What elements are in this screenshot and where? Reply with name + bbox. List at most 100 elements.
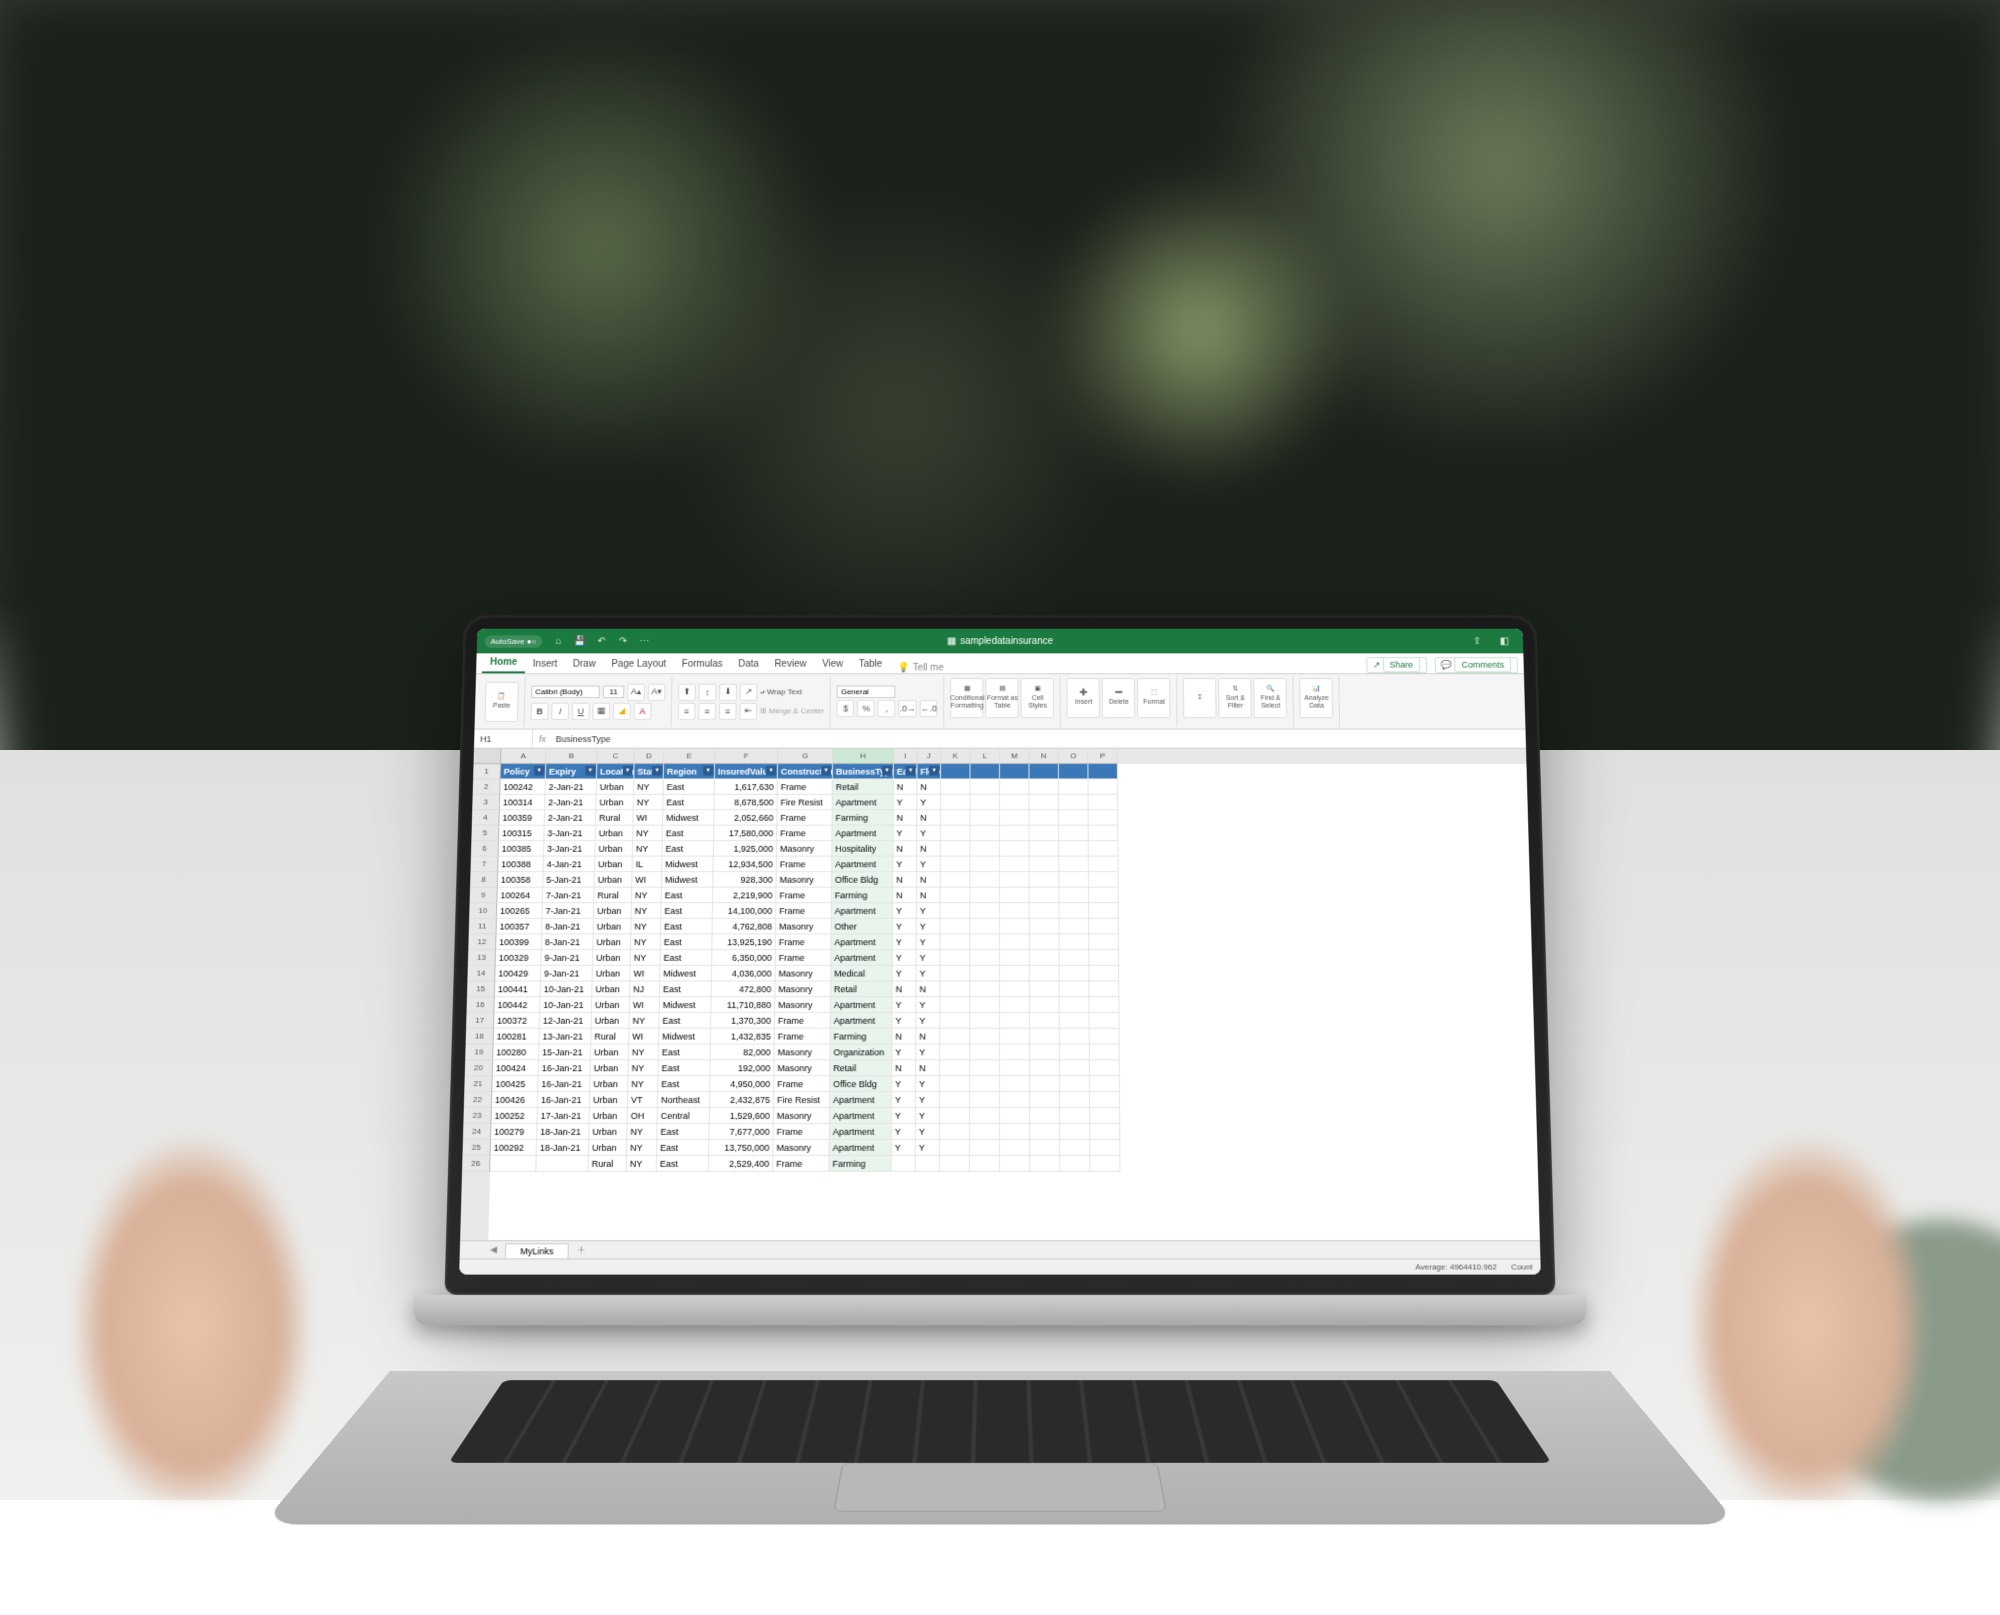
table-cell[interactable]: OH bbox=[628, 1108, 658, 1124]
table-cell[interactable]: Y bbox=[892, 1076, 916, 1092]
name-box[interactable]: H1 bbox=[474, 730, 533, 748]
row-header[interactable]: 4 bbox=[472, 810, 500, 825]
percent-icon[interactable]: % bbox=[857, 700, 875, 717]
table-cell[interactable] bbox=[940, 1140, 970, 1156]
table-cell[interactable]: Organization bbox=[830, 1044, 892, 1060]
tab-view[interactable]: View bbox=[814, 655, 851, 673]
table-cell[interactable] bbox=[970, 1013, 1000, 1029]
table-header-cell[interactable]: Construction▾ bbox=[778, 764, 833, 779]
filter-dropdown-icon[interactable]: ▾ bbox=[929, 766, 939, 776]
filter-dropdown-icon[interactable]: ▾ bbox=[882, 766, 892, 776]
table-cell[interactable]: N bbox=[916, 981, 940, 997]
table-cell[interactable]: Office Bldg bbox=[832, 872, 893, 888]
table-cell[interactable] bbox=[1060, 1060, 1090, 1076]
table-cell[interactable]: Frame bbox=[776, 934, 832, 950]
table-cell[interactable]: 15-Jan-21 bbox=[539, 1044, 591, 1060]
table-header-cell[interactable]: State▾ bbox=[634, 764, 664, 779]
table-cell[interactable] bbox=[1089, 857, 1119, 873]
table-cell[interactable]: NY bbox=[632, 903, 662, 919]
sheet-tab-active[interactable]: MyLinks bbox=[505, 1243, 569, 1258]
table-cell[interactable]: Apartment bbox=[832, 903, 893, 919]
table-cell[interactable]: East bbox=[660, 950, 712, 966]
merge-center-button[interactable]: ⊞ Merge & Center bbox=[760, 707, 824, 716]
table-cell[interactable] bbox=[1059, 841, 1089, 856]
table-header-cell[interactable]: Policy▾ bbox=[501, 764, 547, 779]
table-cell[interactable]: Northeast bbox=[658, 1092, 710, 1108]
table-cell[interactable]: Y bbox=[917, 795, 941, 810]
table-cell[interactable]: Frame bbox=[774, 1124, 830, 1140]
table-cell[interactable]: NJ bbox=[630, 981, 660, 997]
table-cell[interactable]: 82,000 bbox=[711, 1044, 775, 1060]
table-cell[interactable]: East bbox=[658, 1060, 710, 1076]
table-cell[interactable]: East bbox=[661, 903, 713, 919]
table-cell[interactable] bbox=[1090, 1060, 1120, 1076]
table-cell[interactable]: 8-Jan-21 bbox=[542, 934, 594, 950]
row-header[interactable]: 12 bbox=[468, 934, 496, 950]
window-icon[interactable]: ◧ bbox=[1496, 633, 1512, 648]
table-cell[interactable]: 100280 bbox=[493, 1044, 539, 1060]
table-cell[interactable]: 100372 bbox=[494, 1013, 540, 1029]
table-cell[interactable] bbox=[1030, 1092, 1060, 1108]
table-cell[interactable]: Urban bbox=[590, 1092, 628, 1108]
table-cell[interactable]: NY bbox=[631, 919, 661, 935]
share-icon[interactable]: ⇪ bbox=[1469, 633, 1485, 648]
table-cell[interactable]: 4,036,000 bbox=[712, 966, 776, 982]
filter-dropdown-icon[interactable]: ▾ bbox=[821, 766, 831, 776]
table-cell[interactable]: 2,432,875 bbox=[710, 1092, 774, 1108]
table-cell[interactable] bbox=[970, 795, 1000, 810]
table-cell[interactable]: 100264 bbox=[497, 888, 543, 904]
row-header[interactable]: 21 bbox=[464, 1076, 492, 1092]
table-cell[interactable] bbox=[1060, 1029, 1090, 1045]
table-cell[interactable] bbox=[970, 810, 1000, 825]
table-cell[interactable]: Frame bbox=[776, 888, 832, 904]
table-cell[interactable] bbox=[941, 779, 971, 794]
row-header[interactable]: 5 bbox=[471, 826, 499, 841]
table-cell[interactable]: 100265 bbox=[497, 903, 543, 919]
table-cell[interactable]: East bbox=[663, 795, 714, 810]
tab-review[interactable]: Review bbox=[767, 655, 815, 673]
table-cell[interactable]: 17,580,000 bbox=[714, 826, 777, 841]
table-cell[interactable]: East bbox=[661, 934, 713, 950]
table-cell[interactable]: 8,678,500 bbox=[714, 795, 777, 810]
table-cell[interactable] bbox=[1000, 872, 1030, 888]
autosave-toggle[interactable]: AutoSave ●○ bbox=[485, 635, 542, 647]
table-cell[interactable] bbox=[941, 810, 971, 825]
table-cell[interactable]: Y bbox=[916, 1140, 940, 1156]
table-cell[interactable] bbox=[1030, 997, 1060, 1013]
table-cell[interactable]: Farming bbox=[832, 888, 893, 904]
table-cell[interactable]: 16-Jan-21 bbox=[539, 1060, 591, 1076]
table-header-cell[interactable]: Expiry▾ bbox=[546, 764, 597, 779]
table-cell[interactable]: 11,710,880 bbox=[711, 997, 775, 1013]
table-cell[interactable] bbox=[1090, 1076, 1120, 1092]
table-cell[interactable]: 7,677,000 bbox=[709, 1124, 773, 1140]
table-cell[interactable] bbox=[1090, 1092, 1120, 1108]
formula-value[interactable]: BusinessType bbox=[552, 734, 615, 744]
table-cell[interactable]: N bbox=[894, 779, 918, 794]
align-top-icon[interactable]: ⬆ bbox=[678, 683, 696, 700]
table-cell[interactable] bbox=[941, 857, 971, 873]
table-cell[interactable]: Midwest bbox=[660, 966, 712, 982]
table-cell[interactable]: Y bbox=[893, 903, 917, 919]
table-cell[interactable] bbox=[1030, 1140, 1060, 1156]
spreadsheet-grid[interactable]: 1234567891011121314151617181920212223242… bbox=[460, 749, 1540, 1241]
table-cell[interactable]: Urban bbox=[594, 919, 632, 935]
table-cell[interactable]: NY bbox=[631, 950, 661, 966]
row-header[interactable]: 23 bbox=[463, 1108, 491, 1124]
home-icon[interactable]: ⌂ bbox=[551, 633, 567, 648]
table-cell[interactable] bbox=[1030, 1076, 1060, 1092]
table-cell[interactable]: East bbox=[658, 1076, 710, 1092]
table-cell[interactable] bbox=[1060, 1156, 1090, 1172]
table-cell[interactable]: Frame bbox=[773, 1156, 829, 1172]
table-cell[interactable] bbox=[1000, 1108, 1030, 1124]
row-header[interactable]: 14 bbox=[467, 966, 495, 982]
column-header[interactable]: P bbox=[1088, 749, 1118, 764]
table-cell[interactable] bbox=[1089, 966, 1119, 982]
table-cell[interactable]: 13-Jan-21 bbox=[539, 1029, 591, 1045]
table-header-cell[interactable]: InsuredValue▾ bbox=[715, 764, 778, 779]
table-cell[interactable]: NY bbox=[633, 841, 663, 856]
table-cell[interactable]: East bbox=[664, 779, 715, 794]
table-cell[interactable]: NY bbox=[628, 1076, 658, 1092]
table-cell[interactable]: 9-Jan-21 bbox=[541, 950, 593, 966]
table-cell[interactable] bbox=[1030, 903, 1060, 919]
table-cell[interactable] bbox=[970, 950, 1000, 966]
